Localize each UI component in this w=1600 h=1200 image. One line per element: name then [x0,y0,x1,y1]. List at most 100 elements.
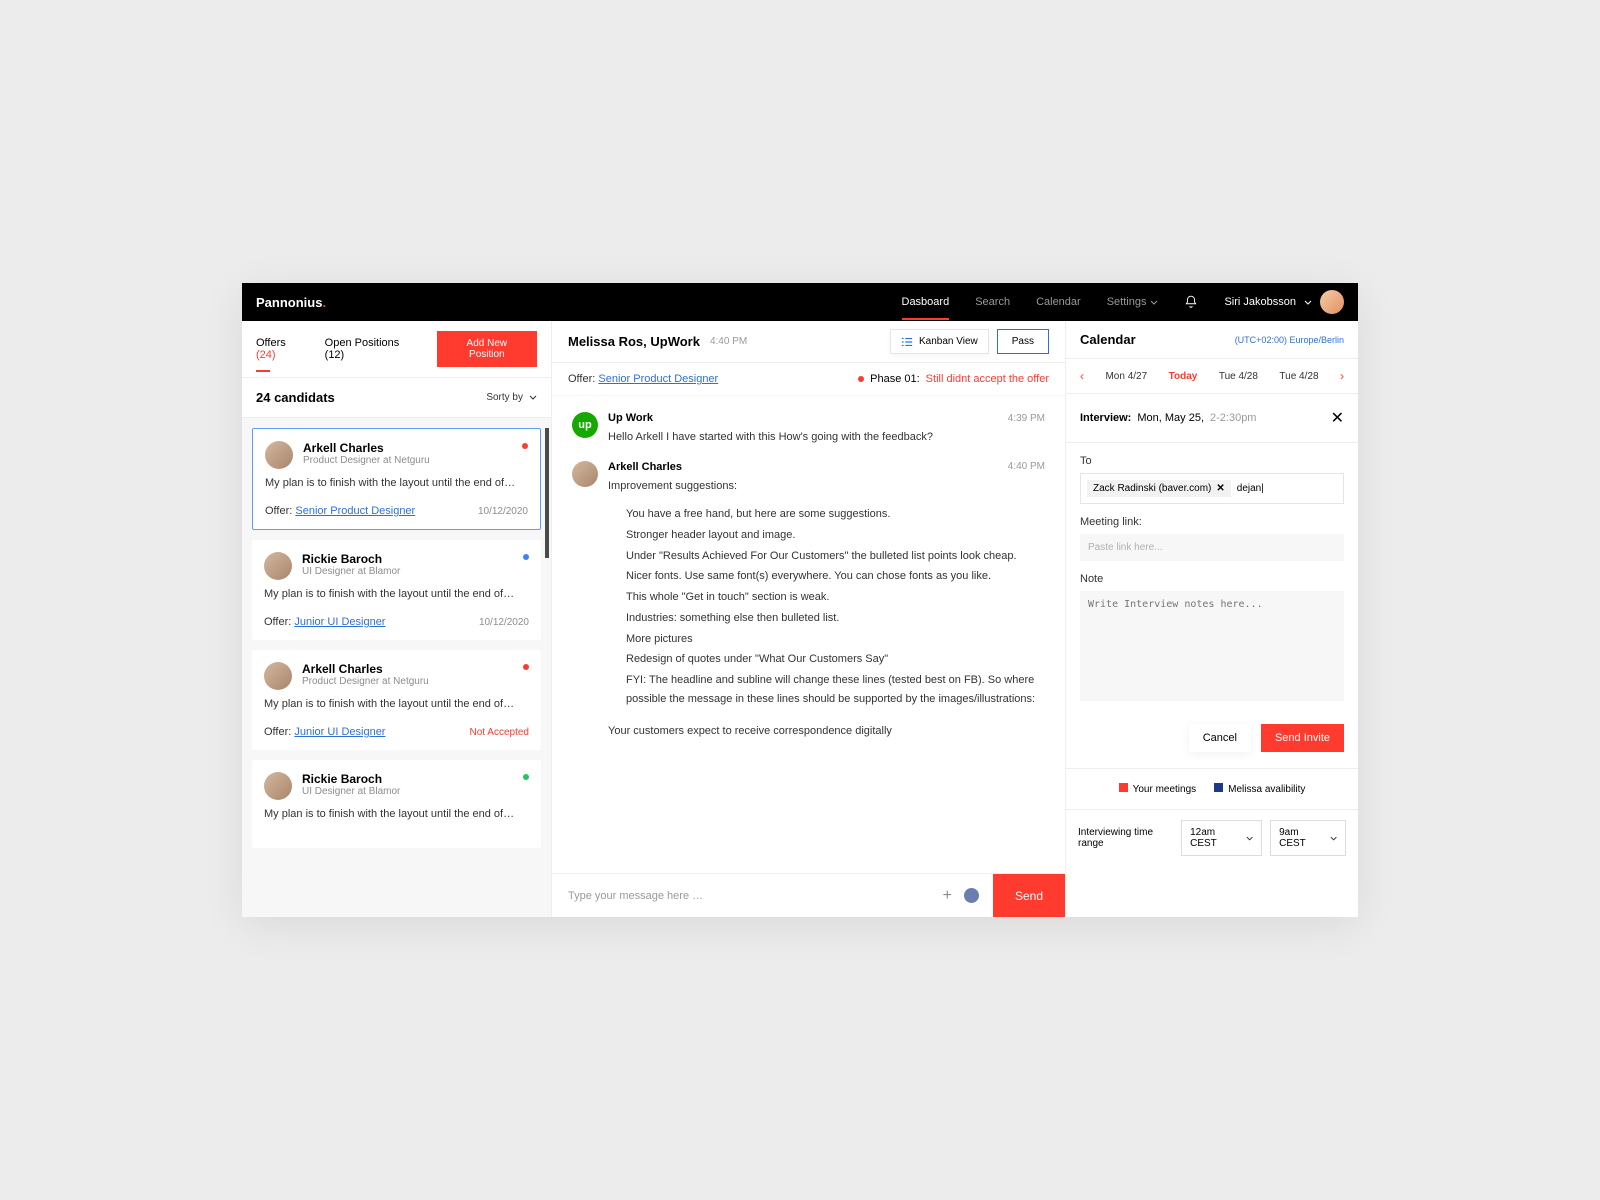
candidate-title: Product Designer at Netguru [302,676,429,687]
status-dot-icon [522,443,528,449]
candidate-preview: My plan is to finish with the layout unt… [264,588,529,600]
avatar [265,441,293,469]
nav-search[interactable]: Search [975,296,1010,308]
candidate-preview: My plan is to finish with the layout unt… [264,698,529,710]
nav-dashboard[interactable]: Dasboard [902,296,950,308]
status-dot-icon [523,664,529,670]
interview-date: Mon, May 25, [1137,412,1204,424]
calendar-title: Calendar [1080,332,1136,347]
topnav: Dasboard Search Calendar Settings Siri J… [902,290,1345,314]
calendar-dates: ‹ Mon 4/27 Today Tue 4/28 Tue 4/28 › [1066,359,1358,394]
avatar [572,461,598,487]
candidate-card[interactable]: Rickie Baroch UI Designer at Blamor My p… [252,540,541,640]
message: upUp Work4:39 PMHello Arkell I have star… [572,412,1045,447]
time-range-row: Interviewing time range 12am CEST 9am CE… [1066,809,1358,866]
message-time: 4:40 PM [1008,461,1045,472]
avatar [264,772,292,800]
status-dot-icon [523,774,529,780]
timezone-label[interactable]: (UTC+02:00) Europe/Berlin [1235,335,1344,345]
card-offer-link[interactable]: Junior UI Designer [294,726,385,738]
conversation-time: 4:40 PM [710,336,747,347]
time-range-label: Interviewing time range [1078,827,1173,849]
form-actions: Cancel Send Invite [1066,716,1358,768]
interview-label: Interview: [1080,412,1131,424]
card-offer-link[interactable]: Senior Product Designer [295,505,415,517]
calendar-legend: Your meetings Melissa avalibility [1066,768,1358,809]
avatar [1320,290,1344,314]
candidate-name: Arkell Charles [303,441,430,455]
card-date: 10/12/2020 [478,506,528,517]
to-section: To Zack Radinski (baver.com) ✕ [1066,443,1358,516]
avatar: up [572,412,598,438]
to-label: To [1080,455,1344,467]
avatar [264,662,292,690]
chevron-down-icon [1246,836,1253,841]
attachment-button[interactable]: + [943,887,952,905]
chevron-down-icon [1304,300,1312,305]
tab-open-positions[interactable]: Open Positions (12) [325,337,419,361]
next-day-button[interactable]: › [1340,369,1344,383]
close-button[interactable]: ✕ [1331,408,1344,428]
candidate-preview: My plan is to finish with the layout unt… [265,477,528,489]
prev-day-button[interactable]: ‹ [1080,369,1084,383]
user-menu[interactable]: Siri Jakobsson [1224,290,1344,314]
candidate-preview: My plan is to finish with the layout unt… [264,808,529,820]
candidates-panel: Offers (24) Open Positions (12) Add New … [242,321,552,917]
candidate-name: Rickie Baroch [302,552,400,566]
card-offer: Offer: Junior UI Designer [264,616,385,628]
interview-row: Interview: Mon, May 25, 2-2:30pm ✕ [1066,394,1358,443]
nav-calendar[interactable]: Calendar [1036,296,1081,308]
message-text: Improvement suggestions:You have a free … [608,477,1045,741]
day-tue2[interactable]: Tue 4/28 [1279,371,1318,382]
time-from-select[interactable]: 12am CEST [1181,820,1262,856]
kanban-view-button[interactable]: Kanban View [890,329,989,354]
chevron-down-icon [1150,300,1158,305]
scrollbar[interactable] [545,428,549,558]
meeting-link-input[interactable] [1080,534,1344,561]
to-input[interactable] [1237,483,1337,494]
nav-settings[interactable]: Settings [1107,296,1159,308]
add-position-button[interactable]: Add New Position [437,331,537,367]
candidate-name: Rickie Baroch [302,772,400,786]
calendar-panel: Calendar (UTC+02:00) Europe/Berlin ‹ Mon… [1066,321,1358,917]
candidate-card[interactable]: Arkell Charles Product Designer at Netgu… [252,428,541,530]
legend-your-meetings: Your meetings [1119,783,1197,795]
time-to-select[interactable]: 9am CEST [1270,820,1346,856]
message-author: Up Work [608,412,653,424]
candidate-card[interactable]: Rickie Baroch UI Designer at Blamor My p… [252,760,541,848]
message-input[interactable] [552,890,929,902]
status-dot-icon [858,376,864,382]
tab-offers[interactable]: Offers (24) [256,337,307,361]
cancel-button[interactable]: Cancel [1189,724,1251,752]
note-label: Note [1080,573,1344,585]
to-field[interactable]: Zack Radinski (baver.com) ✕ [1080,473,1344,504]
message-time: 4:39 PM [1008,413,1045,424]
sort-by-button[interactable]: Sorty by [486,392,537,403]
conversation-title: Melissa Ros, UpWork [568,334,700,349]
interview-time: 2-2:30pm [1210,412,1256,424]
notifications-button[interactable] [1184,295,1198,309]
day-tue1[interactable]: Tue 4/28 [1219,371,1258,382]
emoji-button[interactable] [964,888,979,903]
meeting-link-section: Meeting link: [1066,516,1358,573]
candidate-title: UI Designer at Blamor [302,566,400,577]
candidate-list[interactable]: Arkell Charles Product Designer at Netgu… [242,418,551,858]
main-columns: Offers (24) Open Positions (12) Add New … [242,321,1358,917]
note-input[interactable] [1080,591,1344,701]
candidate-card[interactable]: Arkell Charles Product Designer at Netgu… [252,650,541,750]
pass-button[interactable]: Pass [997,329,1049,354]
card-offer-link[interactable]: Junior UI Designer [294,616,385,628]
day-today[interactable]: Today [1169,371,1198,382]
remove-chip-button[interactable]: ✕ [1216,483,1224,494]
user-name: Siri Jakobsson [1224,296,1296,308]
candidate-title: UI Designer at Blamor [302,786,400,797]
offer-row: Offer: Senior Product Designer Phase 01:… [552,363,1065,396]
send-invite-button[interactable]: Send Invite [1261,724,1344,752]
message-list[interactable]: upUp Work4:39 PMHello Arkell I have star… [552,396,1065,873]
message-author: Arkell Charles [608,461,682,473]
message: Arkell Charles 4:40 PM Improvement suggest… [572,461,1045,741]
offer-label: Offer: Senior Product Designer [568,373,718,385]
send-button[interactable]: Send [993,874,1065,917]
day-mon[interactable]: Mon 4/27 [1105,371,1147,382]
offer-link[interactable]: Senior Product Designer [598,373,718,385]
